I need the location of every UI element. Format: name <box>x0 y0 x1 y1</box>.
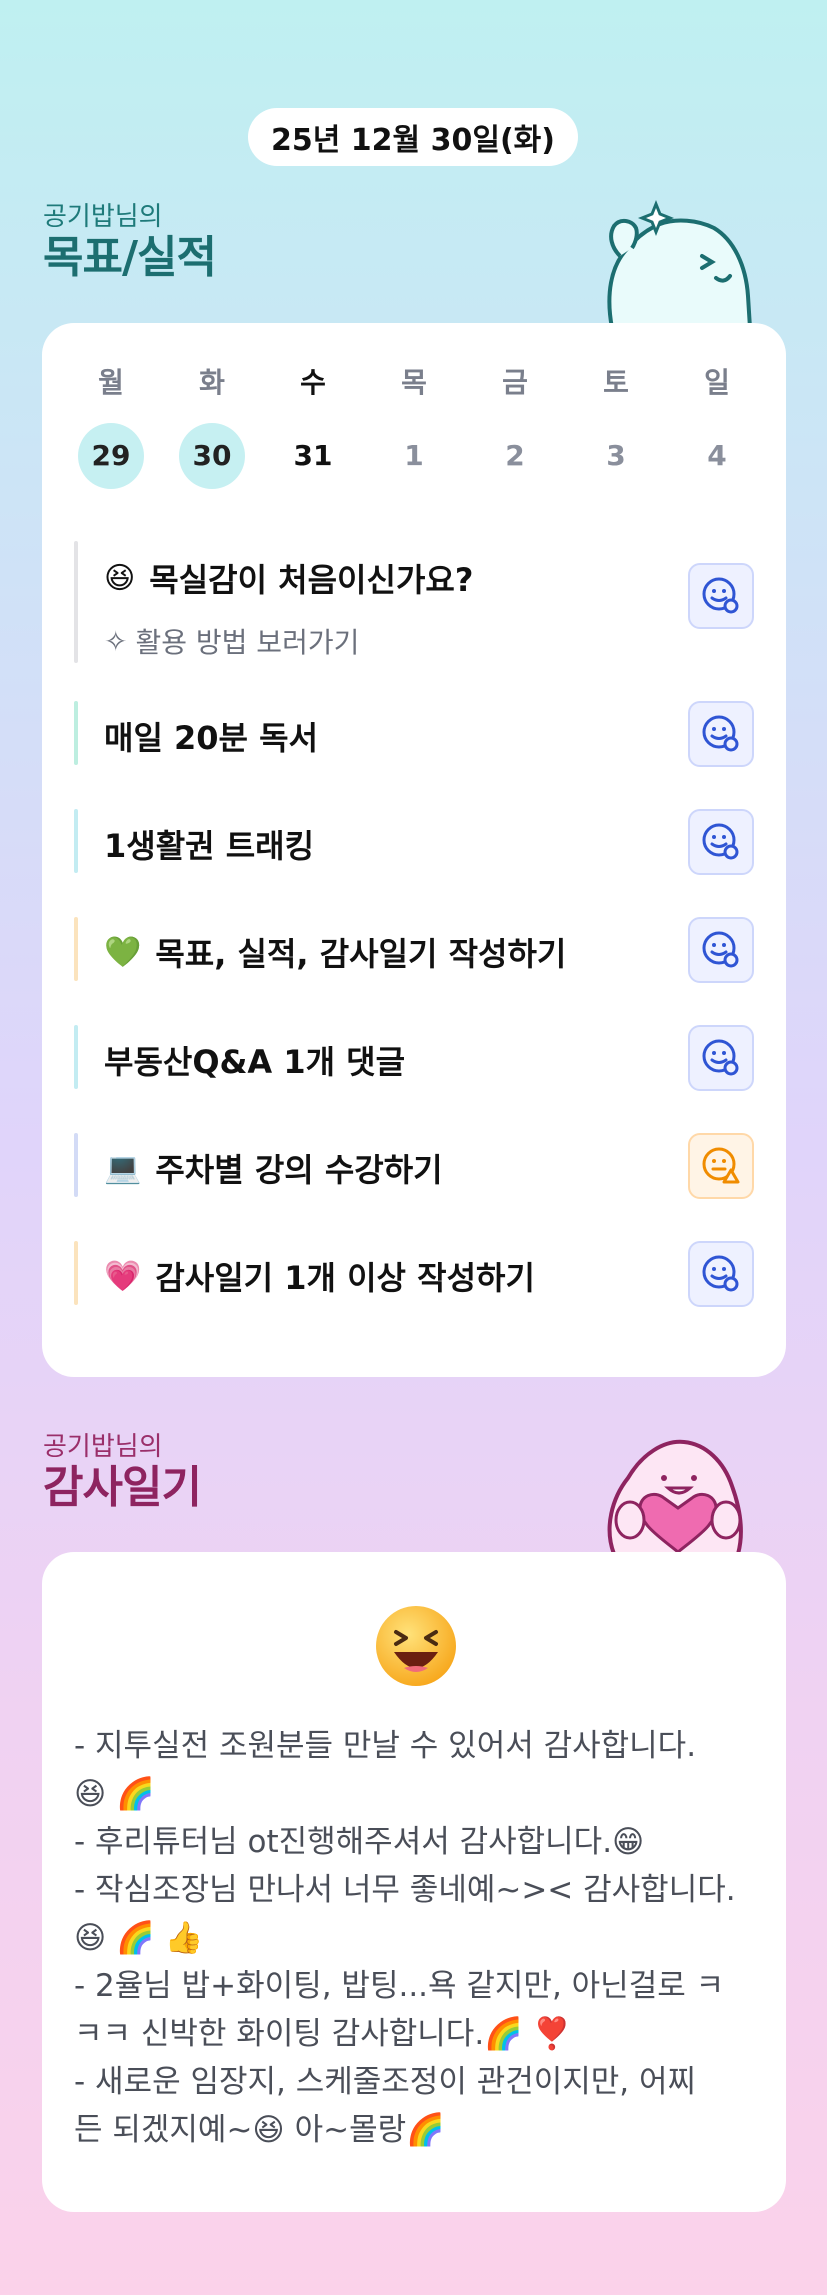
diary-line: - 지투실전 조원분들 만날 수 있어서 감사합니다. <box>74 1728 697 1764</box>
day-thu[interactable]: 목 1 <box>381 363 447 489</box>
goal-item[interactable]: 부동산Q&A 1개 댓글 <box>74 1025 754 1091</box>
gratitude-diary-card: - 지투실전 조원분들 만날 수 있어서 감사합니다. 😆 🌈 - 후리튜터님 … <box>42 1552 786 2212</box>
goal-status-button[interactable] <box>688 809 754 875</box>
mascot-thumbs-up-illustration <box>607 199 753 328</box>
date-number: 29 <box>78 423 144 489</box>
goal-title-text: 부동산Q&A 1개 댓글 <box>104 1043 406 1081</box>
goals-card: 월 29 화 30 수 31 목 1 금 2 토 3 일 4 😆 목실감이 처음… <box>42 323 786 1377</box>
date-pill[interactable]: 25년 12월 30일(화) <box>248 108 578 166</box>
goal-title: 💗 감사일기 1개 이상 작성하기 <box>104 1253 535 1299</box>
goal-status-button[interactable] <box>688 563 754 629</box>
diary-line: - 후리튜터님 ot진행해주셔서 감사합니다.😁 <box>74 1824 645 1860</box>
goal-color-bar <box>74 1025 78 1089</box>
day-of-week-label: 목 <box>401 366 427 399</box>
goal-color-bar <box>74 917 78 981</box>
day-fri[interactable]: 금 2 <box>482 363 548 489</box>
diary-line: - 2율님 밥+화이팅, 밥팅...욕 같지만, 아닌걸로 ㅋ <box>74 1968 725 2004</box>
goal-title: 매일 20분 독서 <box>104 713 318 759</box>
goal-item[interactable]: 💗 감사일기 1개 이상 작성하기 <box>74 1241 754 1307</box>
goal-status-button[interactable] <box>688 917 754 983</box>
day-wed[interactable]: 수 31 <box>280 363 346 489</box>
day-of-week-label: 수 <box>300 366 326 399</box>
smile-face-check-icon <box>702 823 739 860</box>
pink-heart-icon: 💗 <box>104 1258 142 1294</box>
laughing-face-icon: 😆 <box>104 560 136 596</box>
goal-status-button[interactable] <box>688 701 754 767</box>
diary-line: ㅋㅋ 신박한 화이팅 감사합니다.🌈 ❣️ <box>74 2016 572 2052</box>
date-number: 4 <box>707 439 727 472</box>
diary-line: 든 되겠지예~😆 아~몰랑🌈 <box>74 2112 445 2148</box>
goals-section-title: 목표/실적 <box>43 232 217 283</box>
goal-item[interactable]: 매일 20분 독서 <box>74 701 754 767</box>
date-number: 1 <box>404 439 424 472</box>
diary-line: - 새로운 임장지, 스케줄조정이 관건이지만, 어찌 <box>74 2064 697 2100</box>
day-sat[interactable]: 토 3 <box>583 363 649 489</box>
goal-color-bar <box>74 809 78 873</box>
goal-title-text: 목표, 실적, 감사일기 작성하기 <box>155 935 567 973</box>
goals-section-header: 공기밥님의 목표/실적 <box>43 202 217 284</box>
goal-item[interactable]: 💻 주차별 강의 수강하기 <box>74 1133 754 1199</box>
diary-section-title: 감사일기 <box>43 1462 202 1513</box>
goal-title: 1생활권 트래킹 <box>104 821 314 867</box>
sparkle-icon: ✧ <box>104 624 128 658</box>
day-of-week-label: 화 <box>199 366 225 399</box>
diary-line: 😆 🌈 <box>74 1776 155 1812</box>
goal-color-bar <box>74 1133 78 1197</box>
day-of-week-label: 토 <box>603 366 629 399</box>
gratitude-diary-text: - 지투실전 조원분들 만날 수 있어서 감사합니다. 😆 🌈 - 후리튜터님 … <box>74 1722 764 2154</box>
day-of-week-label: 월 <box>98 366 124 399</box>
smile-face-check-icon <box>702 1039 739 1076</box>
goal-title-text: 매일 20분 독서 <box>104 719 319 757</box>
diary-line: - 작심조장님 만나서 너무 좋네예~>< 감사합니다. <box>74 1872 736 1908</box>
goal-item[interactable]: 💚 목표, 실적, 감사일기 작성하기 <box>74 917 754 983</box>
goal-title: 부동산Q&A 1개 댓글 <box>104 1037 405 1083</box>
day-tue[interactable]: 화 30 <box>179 363 245 489</box>
goal-title: 😆 목실감이 처음이신가요? <box>104 555 473 601</box>
day-sun[interactable]: 일 4 <box>684 363 750 489</box>
date-number: 3 <box>606 439 626 472</box>
goal-title: 💻 주차별 강의 수강하기 <box>104 1145 443 1191</box>
diary-owner-label: 공기밥님의 <box>43 1432 163 1462</box>
date-number: 30 <box>179 423 245 489</box>
goal-item-intro[interactable]: 😆 목실감이 처음이신가요? ✧ 활용 방법 보러가기 <box>74 541 754 663</box>
smile-face-check-icon <box>702 1255 739 1292</box>
week-calendar: 월 29 화 30 수 31 목 1 금 2 토 3 일 4 <box>42 363 786 489</box>
goal-item[interactable]: 1생활권 트래킹 <box>74 809 754 875</box>
diary-section-header: 공기밥님의 감사일기 <box>43 1432 202 1514</box>
date-number: 31 <box>293 439 333 472</box>
smile-face-check-icon <box>702 715 739 752</box>
guide-link[interactable]: ✧ 활용 방법 보러가기 <box>104 621 359 661</box>
mascot-heart-hug-illustration <box>607 1439 743 1554</box>
guide-link-text: 활용 방법 보러가기 <box>135 626 360 659</box>
goal-title-text: 1생활권 트래킹 <box>104 827 315 865</box>
goal-title-text: 주차별 강의 수강하기 <box>155 1151 443 1189</box>
day-of-week-label: 금 <box>502 366 528 399</box>
smile-face-check-icon <box>702 931 739 968</box>
goal-status-button[interactable] <box>688 1133 754 1199</box>
goal-title: 💚 목표, 실적, 감사일기 작성하기 <box>104 929 566 975</box>
goal-status-button[interactable] <box>688 1025 754 1091</box>
goal-title-text: 감사일기 1개 이상 작성하기 <box>155 1259 535 1297</box>
goal-color-bar <box>74 541 78 663</box>
day-of-week-label: 일 <box>704 366 730 399</box>
goal-status-button[interactable] <box>688 1241 754 1307</box>
diary-line: 😆 🌈 👍 <box>74 1920 204 1956</box>
green-heart-icon: 💚 <box>104 934 142 970</box>
goal-title-text: 목실감이 처음이신가요? <box>149 561 474 599</box>
date-number: 2 <box>505 439 525 472</box>
goals-owner-label: 공기밥님의 <box>43 202 163 232</box>
smile-face-check-icon <box>702 577 739 614</box>
day-mon[interactable]: 월 29 <box>78 363 144 489</box>
laptop-icon: 💻 <box>104 1150 142 1186</box>
goal-color-bar <box>74 701 78 765</box>
goal-color-bar <box>74 1241 78 1305</box>
neutral-face-warning-icon <box>702 1147 740 1184</box>
laughing-face-icon <box>376 1606 456 1686</box>
